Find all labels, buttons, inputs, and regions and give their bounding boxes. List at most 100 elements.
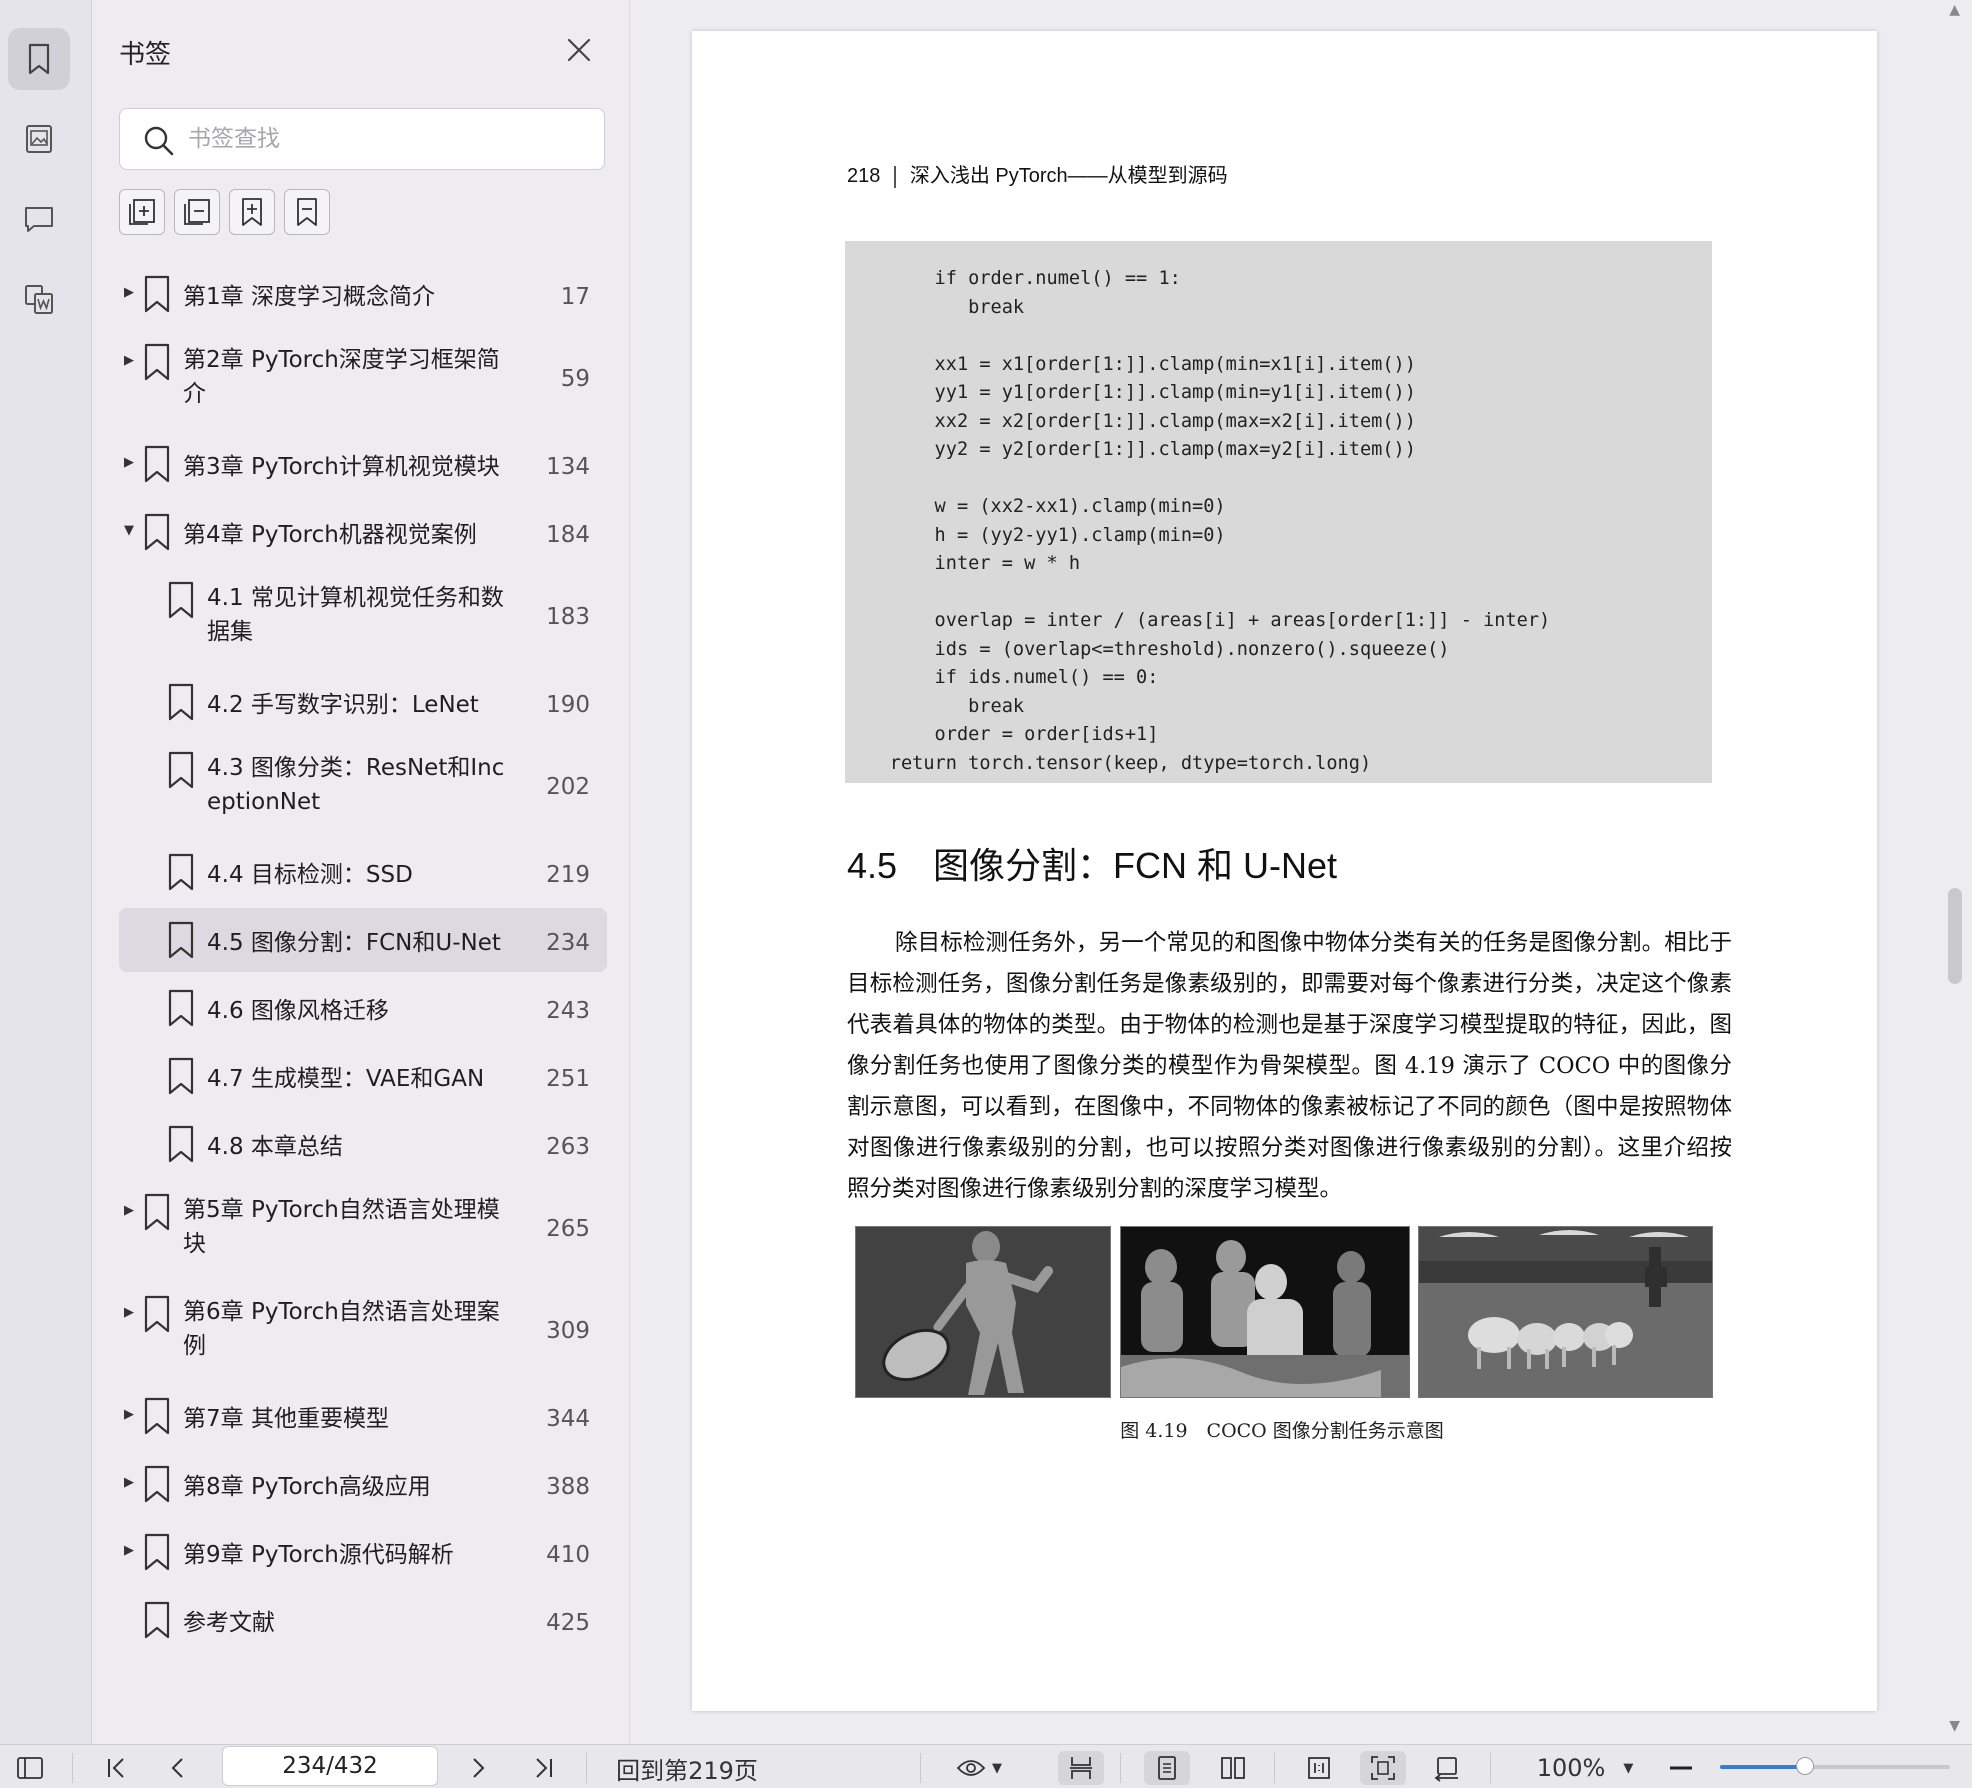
chevron-down-icon: ▼: [992, 1760, 1002, 1776]
zoom-slider[interactable]: [1720, 1757, 1950, 1775]
bookmark-search-box[interactable]: [119, 108, 605, 170]
zoom-out-button[interactable]: [1666, 1751, 1696, 1785]
eye-icon: [956, 1760, 986, 1776]
bookmark-icon: [28, 43, 50, 75]
first-page-button[interactable]: [98, 1751, 134, 1785]
previous-page-button[interactable]: [160, 1751, 196, 1785]
bookmark-label: 4.2 手写数字识别：LeNet: [207, 692, 479, 718]
bookmark-search-input[interactable]: [188, 119, 588, 159]
bookmark-panel: 书签 ▶ 第1章 深度学习概念简介 17 ▶ 第2章 PyTorch深度学习框架简 介 5…: [93, 0, 630, 1744]
chevron-right-icon[interactable]: ▶: [124, 1476, 138, 1490]
bookmark-item[interactable]: 4.2 手写数字识别：LeNet 190: [93, 668, 630, 736]
actual-size-icon: [1308, 1757, 1330, 1779]
two-page-button[interactable]: [1210, 1751, 1256, 1785]
bookmark-page-number: 265: [546, 1216, 590, 1242]
bookmark-item[interactable]: 4.6 图像风格迁移 243: [93, 974, 630, 1042]
rotate-button[interactable]: [1424, 1751, 1470, 1785]
vertical-scrollbar-thumb[interactable]: [1948, 888, 1962, 984]
toggle-sidebar-button[interactable]: [10, 1751, 50, 1785]
bookmark-item[interactable]: 4.5 图像分割：FCN和U-Net 234: [93, 906, 630, 974]
bookmark-label: 第5章 PyTorch自然语言处理模 块: [183, 1197, 500, 1257]
code-block: if order.numel() == 1: break xx1 = x1[or…: [845, 241, 1712, 783]
bookmark-item[interactable]: 4.7 生成模型：VAE和GAN 251: [93, 1042, 630, 1110]
chevron-right-icon[interactable]: ▶: [124, 1408, 138, 1422]
scroll-down-arrow[interactable]: ▼: [1949, 1718, 1960, 1734]
bookmark-label: 第6章 PyTorch自然语言处理案 例: [183, 1299, 500, 1359]
bookmark-icon: [144, 445, 170, 483]
bookmark-page-number: 219: [546, 862, 590, 888]
bookmark-item[interactable]: ▶ 第2章 PyTorch深度学习框架简 介 59: [93, 328, 630, 430]
bookmark-item[interactable]: 4.3 图像分类：ResNet和Inc eptionNet 202: [93, 736, 630, 838]
figure-image-field: [1418, 1226, 1713, 1398]
chevron-right-icon[interactable]: ▶: [124, 1544, 138, 1558]
bookmark-icon: [144, 343, 170, 381]
chevron-right-icon[interactable]: ▶: [124, 1306, 138, 1320]
running-title: 深入浅出 PyTorch——从模型到源码: [909, 165, 1228, 187]
bookmark-item[interactable]: ▶ 第5章 PyTorch自然语言处理模 块 265: [93, 1178, 630, 1280]
bookmark-icon: [144, 1397, 170, 1435]
bookmark-item[interactable]: 4.8 本章总结 263: [93, 1110, 630, 1178]
image-icon: [26, 125, 52, 153]
bookmark-label: 4.7 生成模型：VAE和GAN: [207, 1066, 485, 1092]
bookmark-item[interactable]: ▶ 第1章 深度学习概念简介 17: [93, 260, 630, 328]
bookmark-icon: [144, 1295, 170, 1333]
bookmark-item[interactable]: 4.4 目标检测：SSD 219: [93, 838, 630, 906]
chevron-right-icon[interactable]: ▶: [124, 354, 138, 368]
bookmark-item[interactable]: ▶ 第8章 PyTorch高级应用 388: [93, 1450, 630, 1518]
bookmark-page-number: 388: [546, 1474, 590, 1500]
fit-width-icon: [1070, 1757, 1092, 1779]
view-mode-dropdown[interactable]: ▼: [948, 1751, 1010, 1785]
separator: [1120, 1753, 1121, 1783]
single-page-button[interactable]: [1144, 1751, 1190, 1785]
bookmark-page-number: 183: [546, 604, 590, 630]
bookmark-item[interactable]: ▶ 第6章 PyTorch自然语言处理案 例 309: [93, 1280, 630, 1382]
bookmark-label: 第2章 PyTorch深度学习框架简 介: [183, 347, 500, 407]
chevron-right-icon[interactable]: ▶: [124, 286, 138, 300]
bookmark-icon: [168, 581, 194, 619]
add-bookmark-icon: [242, 198, 262, 226]
expand-all-button[interactable]: [119, 189, 165, 235]
bookmark-item[interactable]: ▶ 第7章 其他重要模型 344: [93, 1382, 630, 1450]
comment-icon: [25, 207, 53, 232]
chevron-right-icon[interactable]: ▶: [124, 456, 138, 470]
bookmark-label: 4.8 本章总结: [207, 1134, 343, 1160]
document-viewport[interactable]: 218 深入浅出 PyTorch——从模型到源码 if order.numel()…: [631, 0, 1972, 1744]
bookmark-item[interactable]: 4.1 常见计算机视觉任务和数 据集 183: [93, 566, 630, 668]
rail-thumbnails-button[interactable]: [8, 108, 70, 170]
zoom-dropdown[interactable]: 100% ▼: [1520, 1751, 1650, 1785]
separator: [920, 1753, 921, 1783]
bookmark-page-number: 263: [546, 1134, 590, 1160]
zoom-slider-knob[interactable]: [1796, 1757, 1815, 1775]
fit-page-button[interactable]: [1360, 1751, 1406, 1785]
bookmark-item[interactable]: ▶ 第3章 PyTorch计算机视觉模块 134: [93, 430, 630, 498]
close-icon: [567, 38, 591, 62]
goto-page-button[interactable]: 回到第219页: [612, 1751, 762, 1785]
bookmark-label: 4.6 图像风格迁移: [207, 998, 389, 1024]
bookmark-item[interactable]: ▼ 第4章 PyTorch机器视觉案例 184: [93, 498, 630, 566]
bookmark-page-number: 243: [546, 998, 590, 1024]
rail-convert-button[interactable]: [8, 268, 70, 330]
chevron-right-icon[interactable]: ▶: [124, 1204, 138, 1218]
bookmark-page-number: 59: [560, 366, 590, 392]
bookmark-icon: [168, 853, 194, 891]
scroll-up-arrow[interactable]: ▲: [1949, 2, 1960, 18]
remove-bookmark-button[interactable]: [284, 189, 330, 235]
fit-width-button[interactable]: [1058, 1751, 1104, 1785]
bookmark-item[interactable]: 参考文献 425: [93, 1586, 630, 1654]
running-header: 218 深入浅出 PyTorch——从模型到源码: [847, 159, 1228, 188]
rail-comments-button[interactable]: [8, 188, 70, 250]
chevron-down-icon[interactable]: ▼: [124, 524, 138, 538]
bookmark-icon: [144, 513, 170, 551]
bookmark-icon: [144, 1533, 170, 1571]
close-panel-button[interactable]: [563, 34, 595, 66]
last-page-button[interactable]: [526, 1751, 562, 1785]
separator: [586, 1753, 587, 1783]
document-convert-icon: [25, 285, 53, 314]
next-page-button[interactable]: [460, 1751, 496, 1785]
rail-bookmarks-button[interactable]: [8, 28, 70, 90]
collapse-all-button[interactable]: [174, 189, 220, 235]
page-number-input[interactable]: [222, 1746, 438, 1786]
bookmark-item[interactable]: ▶ 第9章 PyTorch源代码解析 410: [93, 1518, 630, 1586]
add-bookmark-button[interactable]: [229, 189, 275, 235]
actual-size-button[interactable]: [1296, 1751, 1342, 1785]
